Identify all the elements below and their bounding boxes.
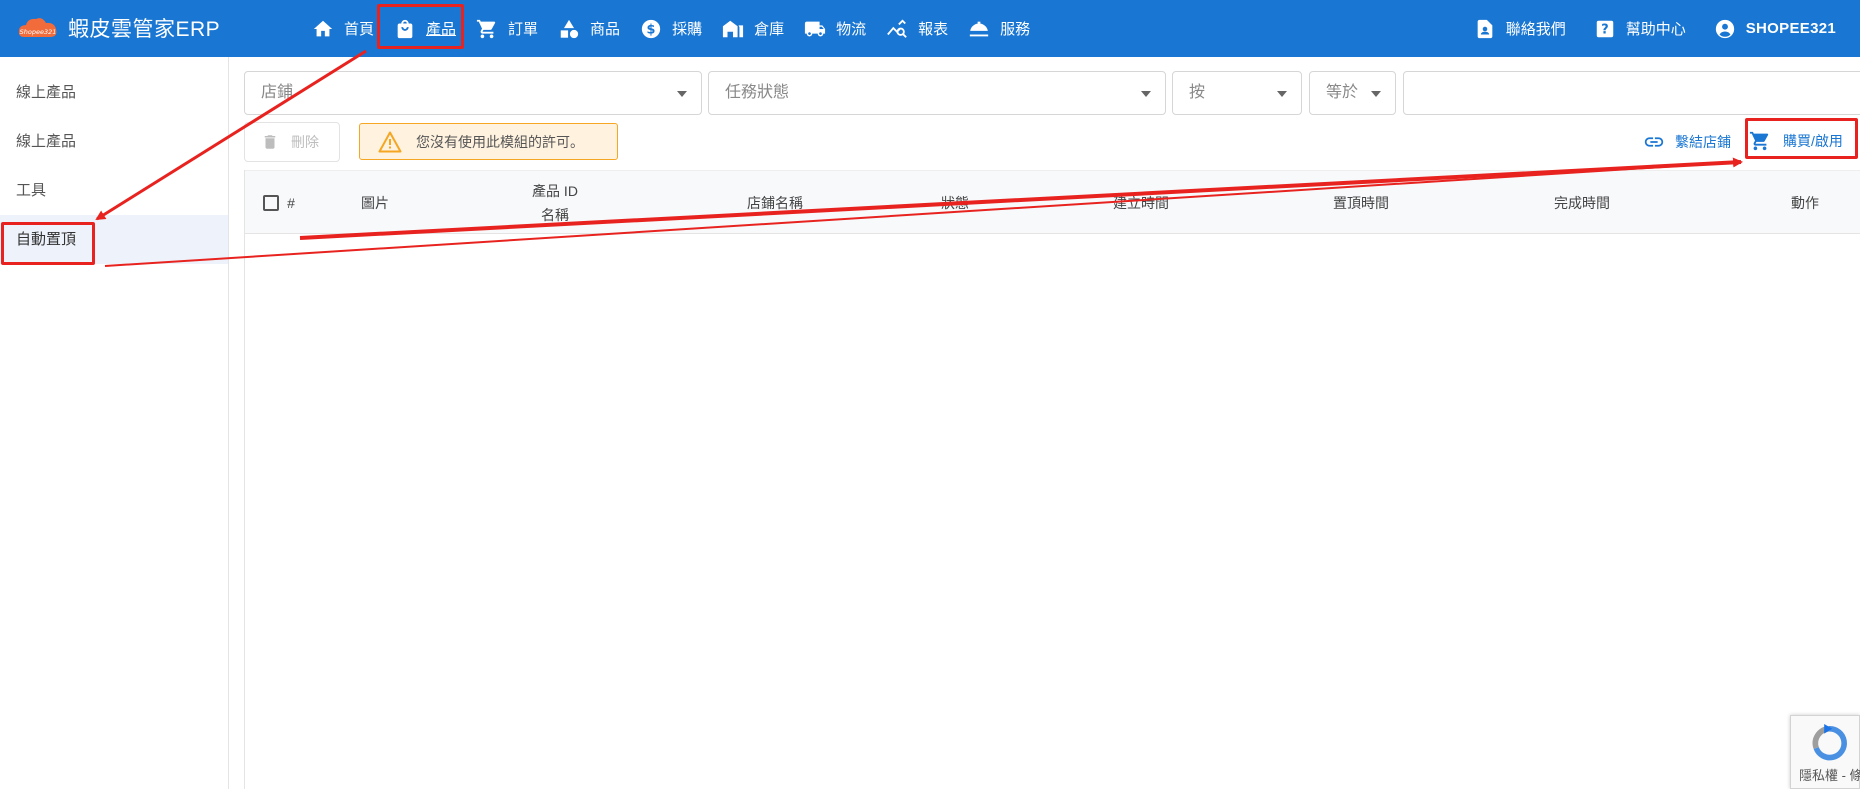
col-pinned-at: 置頂時間	[1333, 195, 1389, 211]
store-select-placeholder: 店鋪	[261, 84, 294, 101]
trash-icon	[264, 135, 276, 149]
select-all-checkbox[interactable]	[263, 195, 279, 211]
task-status-select[interactable]: 任務狀態	[708, 71, 1166, 115]
brand-logo-icon: Shopee321	[18, 18, 57, 37]
permission-warning: 您沒有使用此模組的許可。	[359, 123, 618, 160]
help-icon: ?	[1596, 20, 1613, 37]
col-actions: 動作	[1791, 195, 1819, 211]
link-icon	[1644, 137, 1664, 147]
chevron-down-icon	[1371, 91, 1381, 97]
user-menu[interactable]: SHOPEE321	[1700, 9, 1850, 49]
nav-warehouse[interactable]: 倉庫	[712, 9, 794, 49]
sidebar-item-online-products[interactable]: 線上產品	[0, 68, 228, 117]
search-input[interactable]	[1403, 71, 1860, 115]
top-navbar: Shopee321 蝦皮雲管家ERP 首頁 產品 訂單 商品 $ 採購 倉庫 物…	[0, 0, 1860, 57]
col-status: 狀態	[941, 195, 969, 211]
delete-button[interactable]: 刪除	[244, 122, 340, 162]
contact-us-link[interactable]: 聯絡我們	[1460, 9, 1580, 49]
brand-name: 蝦皮雲管家ERP	[68, 18, 221, 41]
col-created-at: 建立時間	[1113, 195, 1169, 211]
shapes-icon	[560, 19, 579, 38]
nav-reports-label: 報表	[918, 21, 949, 38]
user-name: SHOPEE321	[1745, 20, 1836, 37]
help-center-link[interactable]: ? 幫助中心	[1580, 9, 1700, 49]
annotation-box-products	[377, 4, 464, 49]
sidebar-item-online-products-2[interactable]: 線上產品	[0, 117, 228, 166]
col-name: 名稱	[541, 207, 569, 223]
nav-services[interactable]: 服務	[958, 9, 1040, 49]
chevron-down-icon	[1141, 91, 1151, 97]
right-nav: 聯絡我們 ? 幫助中心 SHOPEE321	[1460, 0, 1850, 57]
nav-logistics-label: 物流	[836, 21, 867, 38]
bind-store-label: 繫結店鋪	[1675, 134, 1731, 150]
dollar-icon: $	[641, 19, 661, 38]
svg-text:?: ?	[1601, 22, 1608, 37]
cart-icon	[476, 19, 496, 38]
auto-bump-table: # 圖片 產品 ID 名稱 店鋪名稱 狀態 建立時間 置頂時間 完成時間 動作	[244, 170, 1860, 789]
main-content: 店鋪 任務狀態 按 等於 刪除 您沒有使用此模組的許可。 繫結店鋪 購買/啟用 …	[230, 57, 1860, 789]
nav-purchase[interactable]: $ 採購	[630, 9, 712, 49]
nav-warehouse-label: 倉庫	[754, 21, 785, 38]
annotation-box-auto-bump	[1, 222, 95, 265]
help-center-label: 幫助中心	[1625, 21, 1686, 38]
svg-text:Shopee321: Shopee321	[20, 28, 57, 36]
chart-search-icon	[887, 18, 907, 38]
operator-select[interactable]: 等於	[1309, 71, 1396, 115]
svg-text:$: $	[647, 22, 656, 37]
col-product-id-name: 產品 ID 名稱	[515, 171, 595, 235]
search-field-label: 按	[1189, 84, 1206, 101]
permission-warning-text: 您沒有使用此模組的許可。	[416, 133, 584, 150]
service-bell-icon	[969, 21, 989, 36]
sidebar: 線上產品 線上產品 工具 自動置頂	[0, 57, 229, 789]
nav-orders-label: 訂單	[508, 21, 539, 38]
chevron-down-icon	[677, 91, 687, 97]
nav-home[interactable]: 首頁	[302, 9, 384, 49]
col-image: 圖片	[361, 195, 389, 211]
nav-reports[interactable]: 報表	[876, 9, 958, 49]
nav-logistics[interactable]: 物流	[794, 9, 876, 49]
recaptcha-icon	[1812, 724, 1847, 761]
brand[interactable]: Shopee321 蝦皮雲管家ERP	[18, 12, 220, 44]
nav-goods-label: 商品	[590, 21, 621, 38]
warehouse-icon	[722, 20, 744, 37]
warning-icon	[378, 131, 402, 152]
task-status-placeholder: 任務狀態	[725, 84, 790, 101]
truck-icon	[805, 21, 826, 36]
chevron-down-icon	[1277, 91, 1287, 97]
table-header: # 圖片 產品 ID 名稱 店鋪名稱 狀態 建立時間 置頂時間 完成時間 動作	[245, 170, 1860, 234]
nav-orders[interactable]: 訂單	[466, 9, 548, 49]
annotation-box-buy-activate	[1745, 118, 1858, 159]
search-field-select[interactable]: 按	[1172, 71, 1302, 115]
col-store-name: 店鋪名稱	[747, 195, 803, 211]
operator-label: 等於	[1326, 84, 1359, 101]
recaptcha-badge[interactable]: 隱私權 - 條款	[1790, 715, 1860, 789]
contact-icon	[1477, 19, 1493, 38]
nav-goods[interactable]: 商品	[548, 9, 630, 49]
home-icon	[313, 20, 333, 36]
contact-us-label: 聯絡我們	[1505, 21, 1566, 38]
account-circle-icon	[1715, 19, 1734, 38]
recaptcha-text: 隱私權 - 條款	[1799, 768, 1860, 783]
sidebar-item-tools[interactable]: 工具	[0, 166, 228, 215]
col-hash: #	[287, 195, 295, 211]
nav-services-label: 服務	[1000, 21, 1031, 38]
bind-store-link[interactable]: 繫結店鋪	[1643, 129, 1731, 155]
col-product-id: 產品 ID	[532, 183, 578, 199]
store-select[interactable]: 店鋪	[244, 71, 702, 115]
nav-purchase-label: 採購	[672, 21, 703, 38]
nav-home-label: 首頁	[344, 21, 375, 38]
col-completed-at: 完成時間	[1554, 195, 1610, 211]
delete-button-label: 刪除	[291, 134, 319, 150]
